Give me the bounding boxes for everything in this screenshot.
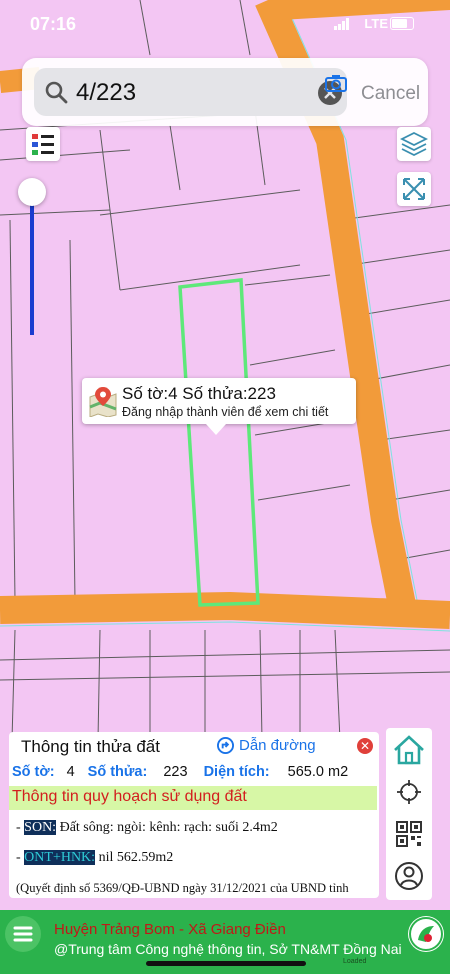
panel-title: Thông tin thửa đất <box>21 737 160 756</box>
menu-button[interactable] <box>5 916 41 952</box>
layers-icon <box>400 131 428 157</box>
legend-button[interactable] <box>26 127 60 161</box>
menu-icon <box>13 926 33 942</box>
agency-logo <box>408 916 444 952</box>
camera-icon[interactable] <box>324 73 348 93</box>
close-icon[interactable]: ✕ <box>357 738 373 754</box>
map-tool-bar <box>386 728 432 900</box>
battery-icon <box>390 17 414 30</box>
cancel-button[interactable]: Cancel <box>361 83 420 105</box>
copyright-label: @Trung tâm Công nghệ thông tin, Sở TN&MT… <box>54 941 402 957</box>
rule-text: Đất sông: ngòi: kênh: rạch: suối 2.4m2 <box>56 820 278 835</box>
rule-code: ONT+HNK: <box>24 850 96 865</box>
planning-rule-son: - SON: Đất sông: ngòi: kênh: rạch: suối … <box>16 820 278 835</box>
popup-title: Số tờ:4 Số thửa:223 <box>122 384 276 403</box>
directions-button[interactable]: Dẫn đường <box>217 737 316 754</box>
popup-subtitle: Đăng nhập thành viên để xem chi tiết <box>122 405 329 419</box>
measure-button[interactable] <box>397 172 431 206</box>
parcel-popup[interactable]: Số tờ:4 Số thửa:223 Đăng nhập thành viên… <box>82 378 356 435</box>
measure-icon <box>403 178 425 200</box>
search-icon <box>45 81 68 104</box>
opacity-slider-handle[interactable] <box>18 178 46 206</box>
planning-rule-ont: - ONT+HNK: nil 562.59m2 <box>16 850 174 865</box>
logo-icon <box>409 917 443 951</box>
parcel-label: Số thửa: <box>87 764 148 780</box>
qr-code-icon[interactable] <box>395 820 423 848</box>
search-input[interactable]: 4/223 <box>76 79 136 107</box>
parcel-summary-row: Số tờ: 4 Số thửa: 223 Diện tích: 565.0 m… <box>12 764 348 780</box>
layers-button[interactable] <box>397 127 431 161</box>
crosshair-icon[interactable] <box>396 779 422 805</box>
planning-header: Thông tin quy hoạch sử dụng đất <box>9 786 377 810</box>
search-bar: 4/223 Cancel <box>22 58 428 126</box>
sheet-value: 4 <box>66 764 75 780</box>
directions-label: Dẫn đường <box>239 737 316 754</box>
directions-icon <box>217 737 234 754</box>
map-pin-icon <box>89 387 117 417</box>
search-field[interactable]: 4/223 <box>34 68 347 116</box>
status-bar: 07:16 LTE <box>0 0 450 52</box>
area-value: 565.0 m2 <box>287 764 349 780</box>
legend-icon <box>32 134 54 155</box>
area-label: Diện tích: <box>203 764 270 780</box>
home-icon[interactable] <box>391 732 427 768</box>
user-icon[interactable] <box>394 861 424 891</box>
sheet-label: Số tờ: <box>12 764 55 780</box>
status-time: 07:16 <box>30 14 77 34</box>
home-indicator <box>146 961 306 966</box>
rule-text: nil 562.59m2 <box>95 850 174 865</box>
signal-icon <box>334 18 349 30</box>
network-type: LTE <box>364 16 388 31</box>
opacity-slider-track[interactable] <box>30 205 34 335</box>
rule-code: SON: <box>24 820 57 835</box>
planning-title: Thông tin quy hoạch sử dụng đất <box>12 788 247 805</box>
decision-note: (Quyết định số 5369/QĐ-UBND ngày 31/12/2… <box>16 881 349 895</box>
loaded-status: Loaded <box>343 958 367 965</box>
parcel-value: 223 <box>163 764 188 780</box>
location-label: Huyện Trảng Bom - Xã Giang Điền <box>54 921 286 938</box>
parcel-info-panel: Thông tin thửa đất Dẫn đường ✕ Số tờ: 4 … <box>9 732 379 898</box>
